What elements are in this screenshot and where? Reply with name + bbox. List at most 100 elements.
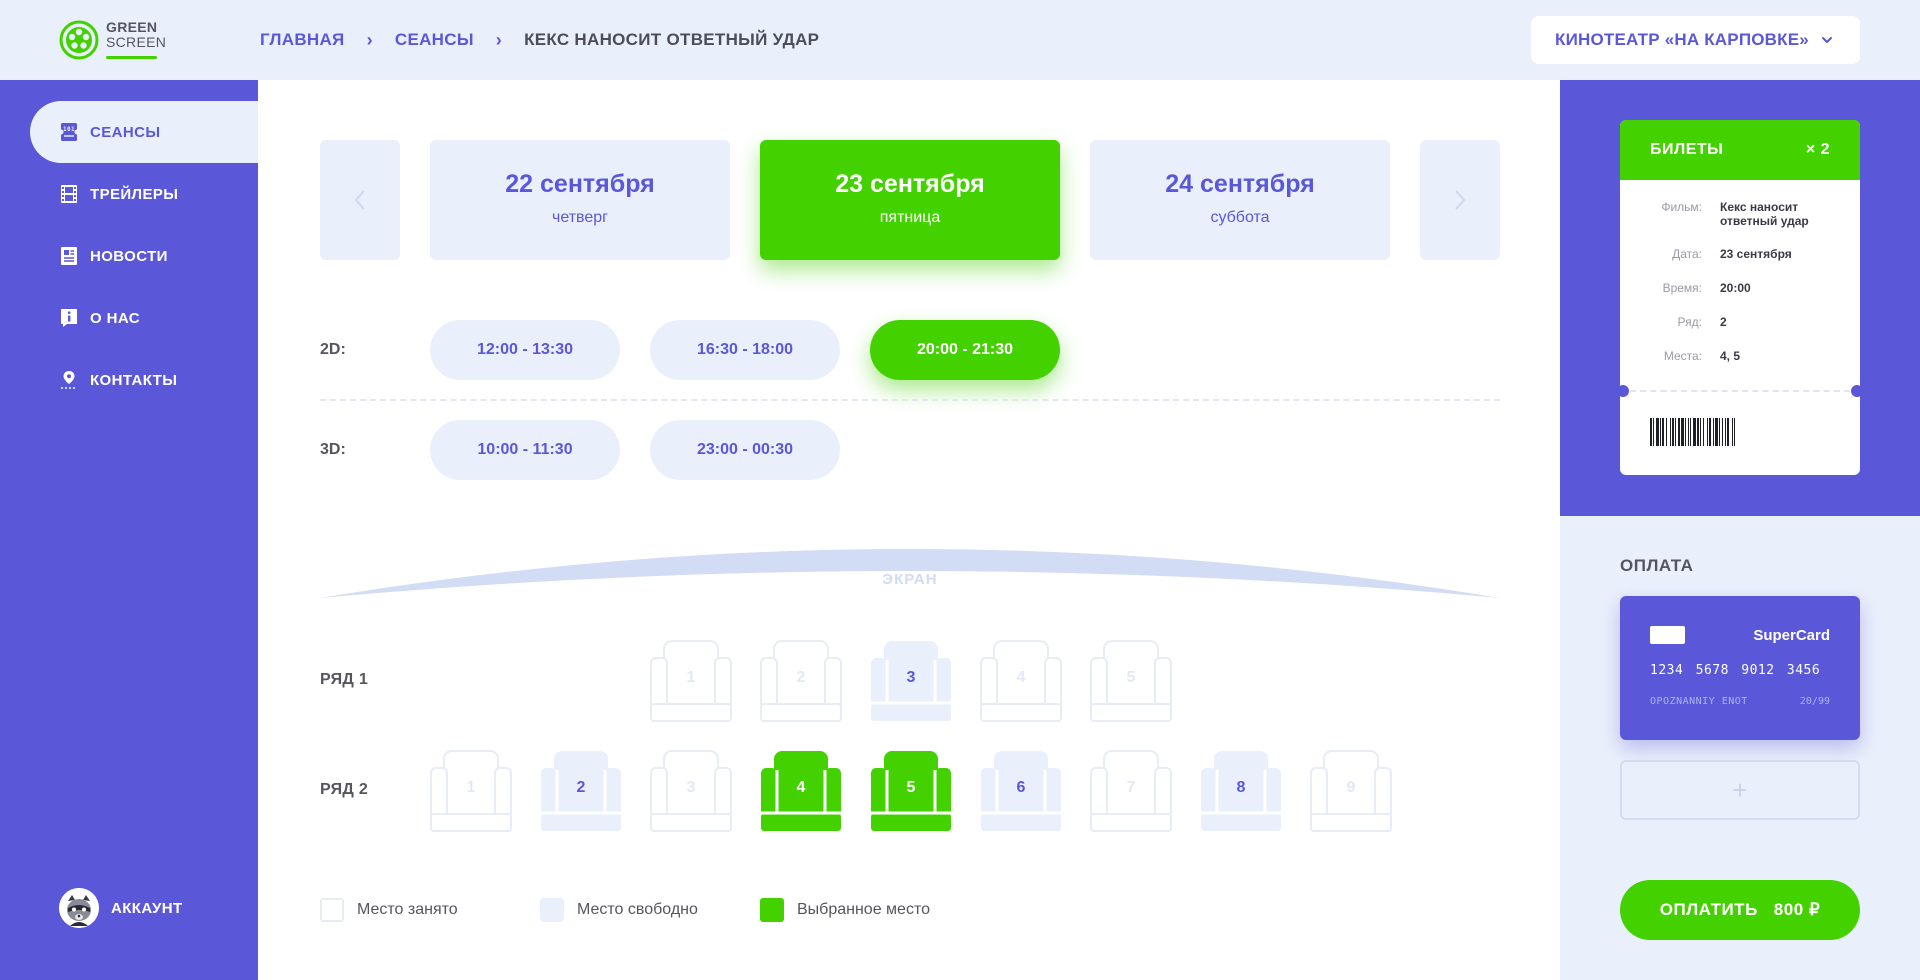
ticket-tear-line bbox=[1630, 390, 1850, 392]
payment-card[interactable]: SuperCard 1234 5678 9012 3456 OPOZNANNIY… bbox=[1620, 596, 1860, 740]
breadcrumb-current: КЕКС НАНОСИТ ОТВЕТНЫЙ УДАР bbox=[524, 30, 820, 49]
date-day: 22 сентября bbox=[505, 170, 655, 198]
ticket-key: Ряд: bbox=[1677, 315, 1702, 329]
session-time-button[interactable]: 10:00 - 11:30 bbox=[430, 420, 620, 480]
session-time-button[interactable]: 23:00 - 00:30 bbox=[650, 420, 840, 480]
cinema-select-label: КИНОТЕАТР «НА КАРПОВКЕ» bbox=[1555, 30, 1809, 49]
seat-number: 2 bbox=[576, 779, 586, 796]
breadcrumb-separator: › bbox=[495, 29, 503, 50]
seat-taken: 1 bbox=[430, 750, 512, 832]
sidebar-item-trailers[interactable]: ТРЕЙЛЕРЫ bbox=[30, 163, 258, 225]
ticket-value: Кекс наносит ответный удар bbox=[1720, 200, 1809, 228]
sidebar-item-about[interactable]: О НАС bbox=[30, 287, 258, 349]
plus-icon: + bbox=[1732, 774, 1748, 805]
legend-selected: Выбранное место bbox=[760, 898, 930, 922]
date-card-selected[interactable]: 23 сентября пятница bbox=[760, 140, 1060, 260]
ticket-notch bbox=[1851, 385, 1863, 397]
date-day: 24 сентября bbox=[1165, 170, 1315, 198]
logo-line-2: SCREEN bbox=[106, 34, 167, 50]
seat-taken: 1 bbox=[650, 640, 732, 722]
legend-taken: Место занято bbox=[320, 898, 458, 922]
location-pin-icon bbox=[60, 370, 78, 390]
date-card[interactable]: 24 сентября суббота bbox=[1090, 140, 1390, 260]
sidebar-item-label: ТРЕЙЛЕРЫ bbox=[90, 185, 179, 203]
seat-taken: 9 bbox=[1310, 750, 1392, 832]
sidebar-item-label: КОНТАКТЫ bbox=[90, 371, 178, 389]
date-weekday: пятница bbox=[879, 209, 941, 226]
svg-text:101: 101 bbox=[63, 126, 75, 133]
ticket-count: × 2 bbox=[1805, 141, 1830, 158]
sidebar-item-label: СЕАНСЫ bbox=[90, 123, 161, 141]
screen-label: ЭКРАН bbox=[882, 571, 938, 588]
ticket-card: БИЛЕТЫ × 2 Фильм: Кекс наносит ответный … bbox=[1620, 120, 1860, 475]
chevron-right-icon bbox=[1455, 190, 1466, 210]
legend-taken-swatch bbox=[320, 898, 344, 922]
film-icon bbox=[60, 184, 78, 204]
sidebar-item-label: О НАС bbox=[90, 309, 140, 327]
ticket-icon: 101 bbox=[60, 122, 78, 142]
date-day: 23 сентября bbox=[835, 170, 985, 198]
sidebar-item-news[interactable]: НОВОСТИ bbox=[30, 225, 258, 287]
chevron-left-icon bbox=[354, 190, 365, 210]
seat-selected[interactable]: 4 bbox=[760, 750, 842, 832]
logo-line-1: GREEN bbox=[106, 19, 158, 35]
seat-number: 5 bbox=[1126, 669, 1136, 686]
account-button[interactable]: АККАУНТ bbox=[59, 888, 183, 928]
date-card[interactable]: 22 сентября четверг bbox=[430, 140, 730, 260]
card-holder: OPOZNANNIY ENOT bbox=[1650, 696, 1748, 707]
pay-button[interactable]: ОПЛАТИТЬ 800 ₽ bbox=[1620, 880, 1860, 940]
newspaper-icon bbox=[60, 246, 78, 266]
seat-number: 3 bbox=[686, 779, 696, 796]
account-label: АККАУНТ bbox=[111, 899, 183, 917]
raccoon-avatar-icon bbox=[59, 888, 99, 928]
seat-free[interactable]: 2 bbox=[540, 750, 622, 832]
date-prev-button[interactable] bbox=[320, 140, 400, 260]
row-label: РЯД 1 bbox=[320, 671, 369, 688]
legend-label: Место занято bbox=[357, 901, 458, 918]
seat-taken: 4 bbox=[980, 640, 1062, 722]
seat-selected[interactable]: 5 bbox=[870, 750, 952, 832]
seat-free[interactable]: 3 bbox=[870, 640, 952, 722]
cinema-select[interactable]: КИНОТЕАТР «НА КАРПОВКЕ» bbox=[1531, 16, 1860, 64]
header: GREEN SCREEN ГЛАВНАЯ › СЕАНСЫ › КЕКС НАН… bbox=[0, 0, 1920, 80]
seat-number: 2 bbox=[796, 669, 806, 686]
format-label-3d: 3D: bbox=[320, 441, 346, 458]
breadcrumb-sessions[interactable]: СЕАНСЫ bbox=[395, 30, 474, 50]
cinema-screen bbox=[320, 549, 1500, 598]
ticket-value: 23 сентября bbox=[1720, 247, 1792, 261]
info-icon bbox=[60, 308, 78, 328]
session-time-button[interactable]: 12:00 - 13:30 bbox=[430, 320, 620, 380]
seat-number: 4 bbox=[796, 779, 806, 796]
breadcrumb-home[interactable]: ГЛАВНАЯ bbox=[260, 30, 345, 50]
seat-number: 3 bbox=[906, 669, 916, 686]
session-time-button[interactable]: 16:30 - 18:00 bbox=[650, 320, 840, 380]
ticket-key: Дата: bbox=[1672, 247, 1702, 261]
date-next-button[interactable] bbox=[1420, 140, 1500, 260]
add-card-button[interactable]: + bbox=[1620, 760, 1860, 820]
ticket-notch bbox=[1617, 385, 1629, 397]
ticket-title: БИЛЕТЫ bbox=[1650, 141, 1724, 158]
session-time-button-selected[interactable]: 20:00 - 21:30 bbox=[870, 320, 1060, 380]
sidebar-item-contacts[interactable]: КОНТАКТЫ bbox=[30, 349, 258, 411]
seat-number: 7 bbox=[1126, 779, 1136, 796]
film-reel-logo-icon bbox=[59, 20, 99, 60]
format-label-2d: 2D: bbox=[320, 341, 346, 358]
legend-selected-swatch bbox=[760, 898, 784, 922]
sidebar-item-sessions[interactable]: 101 СЕАНСЫ bbox=[30, 101, 258, 163]
date-weekday: суббота bbox=[1210, 209, 1270, 226]
seat-number: 4 bbox=[1016, 669, 1026, 686]
sidebar: 101 СЕАНСЫ ТРЕЙЛЕРЫ НОВОСТИ О НАС КОНТАК… bbox=[0, 80, 258, 980]
ticket-value: 2 bbox=[1720, 315, 1727, 329]
session-divider bbox=[320, 399, 1500, 401]
seat-taken: 2 bbox=[760, 640, 842, 722]
ticket-header: БИЛЕТЫ × 2 bbox=[1620, 120, 1860, 180]
chevron-down-icon bbox=[1822, 37, 1832, 43]
card-number: 1234 5678 9012 3456 bbox=[1650, 663, 1821, 678]
logo[interactable]: GREEN SCREEN bbox=[59, 20, 166, 62]
ticket-key: Время: bbox=[1662, 281, 1702, 295]
seat-free[interactable]: 6 bbox=[980, 750, 1062, 832]
pay-button-label: ОПЛАТИТЬ bbox=[1659, 900, 1758, 919]
seat-number: 5 bbox=[906, 779, 916, 796]
seat-free[interactable]: 8 bbox=[1200, 750, 1282, 832]
breadcrumb: ГЛАВНАЯ › СЕАНСЫ › КЕКС НАНОСИТ ОТВЕТНЫЙ… bbox=[260, 30, 819, 50]
